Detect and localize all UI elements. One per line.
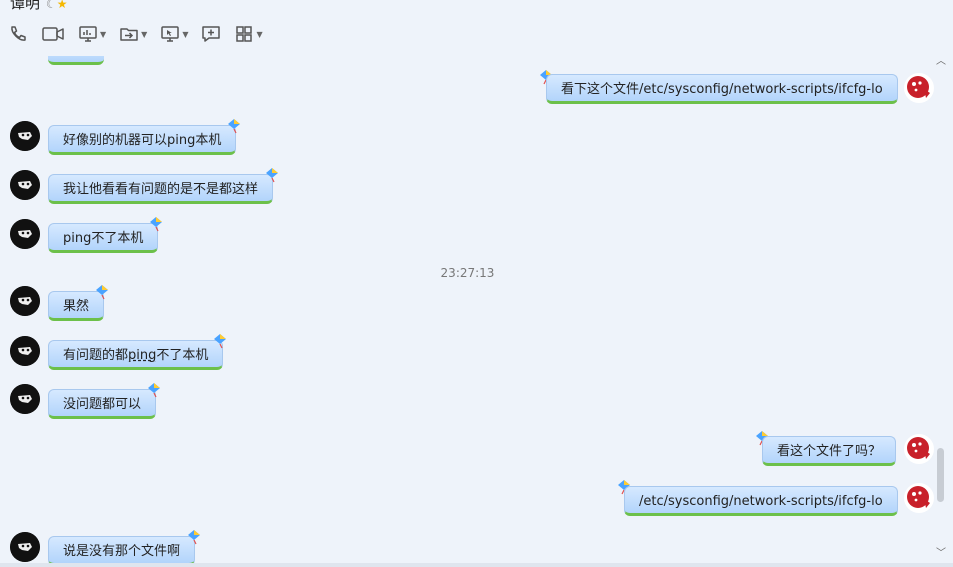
contact-avatar[interactable] <box>10 219 40 249</box>
message-bubble[interactable]: 我让他看看有问题的是不是都这样 <box>48 174 274 204</box>
avatar-image <box>907 437 930 459</box>
my-avatar[interactable] <box>904 434 934 464</box>
screen-share-button[interactable]: ▼ <box>78 24 106 44</box>
divider <box>0 563 953 567</box>
video-call-button[interactable] <box>41 24 65 44</box>
folder-send-icon <box>120 28 138 41</box>
send-file-button[interactable]: ▼ <box>119 24 147 44</box>
kite-icon <box>186 529 202 545</box>
chevron-down-icon: ▼ <box>100 29 107 39</box>
message-bubble[interactable]: 好像别的机器可以ping本机 <box>48 125 237 155</box>
message-text: /etc/sysconfig/network-scripts/ifcfg-lo <box>639 494 883 509</box>
avatar-image <box>10 384 40 414</box>
avatar-image <box>907 486 930 508</box>
message-bubble[interactable]: 没问题都可以 <box>48 389 157 419</box>
contact-name-text: 谭明 <box>10 0 41 12</box>
moon-icon: ☾ <box>46 0 57 11</box>
contact-avatar[interactable] <box>10 170 40 200</box>
contact-avatar[interactable] <box>10 532 40 562</box>
message-bubble[interactable]: 看这个文件了吗？ <box>762 436 897 466</box>
chat-history[interactable]: 看下这个文件/etc/sysconfig/network-scripts/ifc… <box>0 56 935 564</box>
kite-icon <box>146 382 162 398</box>
contact-avatar[interactable] <box>10 121 40 151</box>
message-bubble[interactable]: /etc/sysconfig/network-scripts/ifcfg-lo <box>624 486 898 516</box>
message-text: 有问题的都ping不了本机 <box>63 348 209 363</box>
kite-icon <box>148 216 164 232</box>
remote-desktop-icon <box>161 26 180 42</box>
video-icon <box>42 27 64 41</box>
avatar-image <box>10 219 40 249</box>
message-text: 看下这个文件/etc/sysconfig/network-scripts/ifc… <box>561 82 883 97</box>
monitor-icon <box>79 26 97 42</box>
kite-icon <box>94 284 110 300</box>
avatar-image <box>10 336 40 366</box>
chevron-down-icon: ▼ <box>256 29 263 39</box>
toolbar: ▼ ▼ ▼ ▼ <box>8 22 276 46</box>
chat-header: 谭明 ☾★ ▼ ▼ ▼ ▼ <box>0 0 953 56</box>
avatar-image <box>10 532 40 562</box>
message-text: 看这个文件了吗？ <box>777 444 882 459</box>
apps-button[interactable]: ▼ <box>234 24 263 44</box>
contact-avatar[interactable] <box>10 336 40 366</box>
avatar-image <box>10 170 40 200</box>
link-text[interactable]: ping <box>128 348 156 363</box>
scroll-thumb[interactable] <box>937 448 944 502</box>
message-text: 好像别的机器可以ping本机 <box>63 133 222 148</box>
apps-grid-icon <box>236 26 253 42</box>
phone-icon <box>11 26 26 41</box>
phone-call-button[interactable] <box>8 24 28 44</box>
message-text: 说是没有那个文件啊 <box>63 544 181 559</box>
star-icon: ★ <box>56 0 68 11</box>
scroll-up-icon[interactable]: ︿ <box>935 56 947 68</box>
avatar-image <box>907 76 930 98</box>
message-text: 果然 <box>63 299 90 314</box>
avatar-image <box>10 286 40 316</box>
message-text: 我让他看看有问题的是不是都这样 <box>63 182 259 197</box>
chevron-down-icon: ▼ <box>141 29 148 39</box>
avatar-image <box>10 121 40 151</box>
kite-icon <box>212 333 228 349</box>
kite-icon <box>226 118 242 134</box>
new-chat-button[interactable] <box>201 24 221 44</box>
kite-icon <box>264 167 280 183</box>
contact-avatar[interactable] <box>10 286 40 316</box>
scroll-down-icon[interactable]: ﹀ <box>935 548 947 560</box>
message-bubble[interactable]: 有问题的都ping不了本机 <box>48 340 224 370</box>
message-text: ping不了本机 <box>63 231 144 246</box>
my-avatar[interactable] <box>904 483 934 513</box>
message-bubble[interactable]: 看下这个文件/etc/sysconfig/network-scripts/ifc… <box>546 74 898 104</box>
remote-assist-button[interactable]: ▼ <box>160 24 188 44</box>
contact-name[interactable]: 谭明 ☾★ <box>10 0 68 13</box>
partial-message-bubble <box>48 56 104 65</box>
chat-scrollbar[interactable]: ︿ ﹀ <box>935 56 947 564</box>
my-avatar[interactable] <box>904 73 934 103</box>
message-text: 没问题都可以 <box>63 397 142 412</box>
chevron-down-icon: ▼ <box>182 29 189 39</box>
message-bubble[interactable]: 说是没有那个文件啊 <box>48 536 196 564</box>
add-message-icon <box>202 26 221 42</box>
contact-avatar[interactable] <box>10 384 40 414</box>
message-timestamp: 23:27:13 <box>440 266 495 280</box>
message-bubble[interactable]: ping不了本机 <box>48 223 159 253</box>
